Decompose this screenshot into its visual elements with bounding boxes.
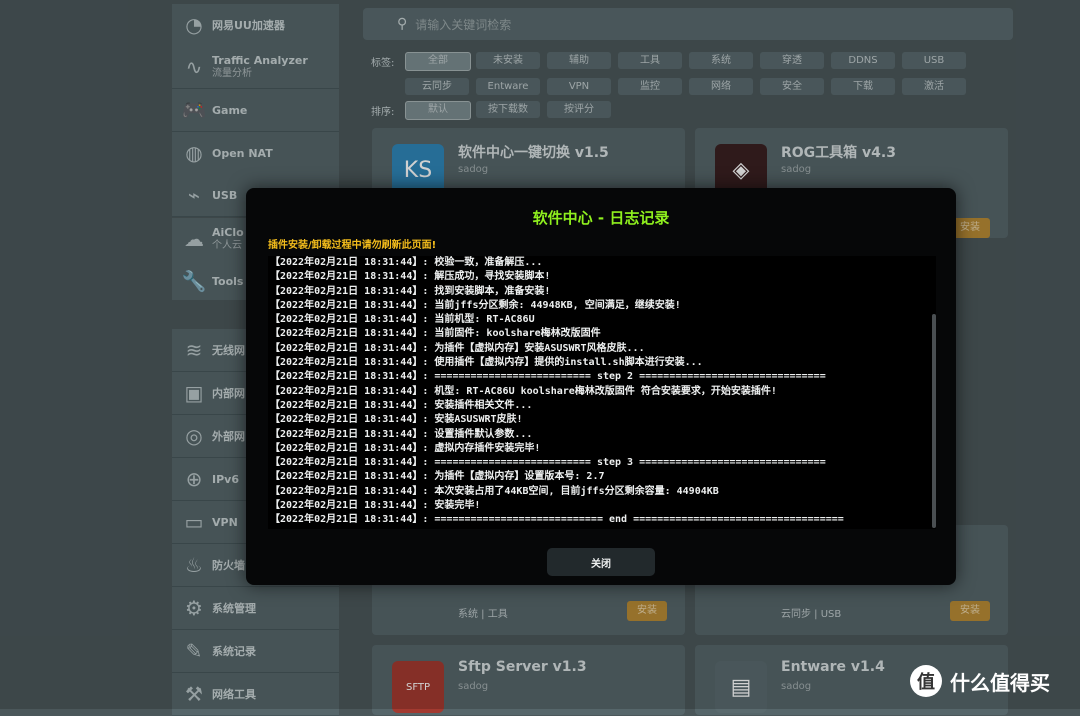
watermark-logo-icon: 值 — [910, 665, 942, 697]
log-scrollbar[interactable] — [932, 314, 936, 528]
log-line: 【2022年02月21日 18:31:44】: 当前固件: koolshare梅… — [270, 328, 601, 340]
log-line: 【2022年02月21日 18:31:44】: 当前机型: RT-AC86U — [270, 314, 535, 326]
log-output[interactable]: 【2022年02月21日 18:31:44】: 校验一致，准备解压... 【202… — [268, 256, 936, 529]
log-line: 【2022年02月21日 18:31:44】: 为插件【虚拟内存】设置版本号: … — [270, 471, 605, 483]
dialog-title: 软件中心 - 日志记录 — [532, 209, 670, 227]
log-line: 【2022年02月21日 18:31:44】: 为插件【虚拟内存】安装ASUSW… — [270, 342, 645, 354]
dialog-warning: 插件安装/卸载过程中请勿刷新此页面! — [268, 240, 437, 251]
log-line: 【2022年02月21日 18:31:44】: ================… — [270, 514, 844, 526]
log-line: 【2022年02月21日 18:31:44】: ================… — [270, 371, 826, 383]
log-line: 【2022年02月21日 18:31:44】: 本次安装占用了44KB空间, 目… — [270, 485, 719, 497]
log-line: 【2022年02月21日 18:31:44】: 找到安装脚本，准备安装! — [270, 285, 551, 297]
log-line: 【2022年02月21日 18:31:44】: 解压成功，寻找安装脚本! — [270, 271, 551, 283]
log-line: 【2022年02月21日 18:31:44】: 安装插件相关文件... — [270, 399, 533, 411]
log-line: 【2022年02月21日 18:31:44】: 虚拟内存插件安装完毕! — [270, 442, 541, 454]
log-line: 【2022年02月21日 18:31:44】: 当前jffs分区剩余: 4494… — [270, 299, 681, 311]
log-line: 【2022年02月21日 18:31:44】: ================… — [270, 457, 826, 469]
log-line: 【2022年02月21日 18:31:44】: 使用插件【虚拟内存】提供的ins… — [270, 357, 703, 369]
close-button[interactable]: 关闭 — [547, 548, 655, 576]
watermark-text: 什么值得买 — [950, 670, 1050, 695]
log-line: 【2022年02月21日 18:31:44】: 校验一致，准备解压... — [270, 257, 543, 268]
log-dialog: 软件中心 - 日志记录 插件安装/卸载过程中请勿刷新此页面! 【2022年02月… — [246, 188, 956, 585]
log-line: 【2022年02月21日 18:31:44】: 机型: RT-AC86U koo… — [270, 385, 777, 397]
log-line: 【2022年02月21日 18:31:44】: 设置插件默认参数... — [270, 428, 533, 440]
log-line: 【2022年02月21日 18:31:44】: 安装ASUSWRT皮肤! — [270, 414, 523, 426]
watermark: 值 什么值得买 — [910, 665, 1050, 697]
log-line: 【2022年02月21日 18:31:44】: 安装完毕! — [270, 500, 481, 512]
